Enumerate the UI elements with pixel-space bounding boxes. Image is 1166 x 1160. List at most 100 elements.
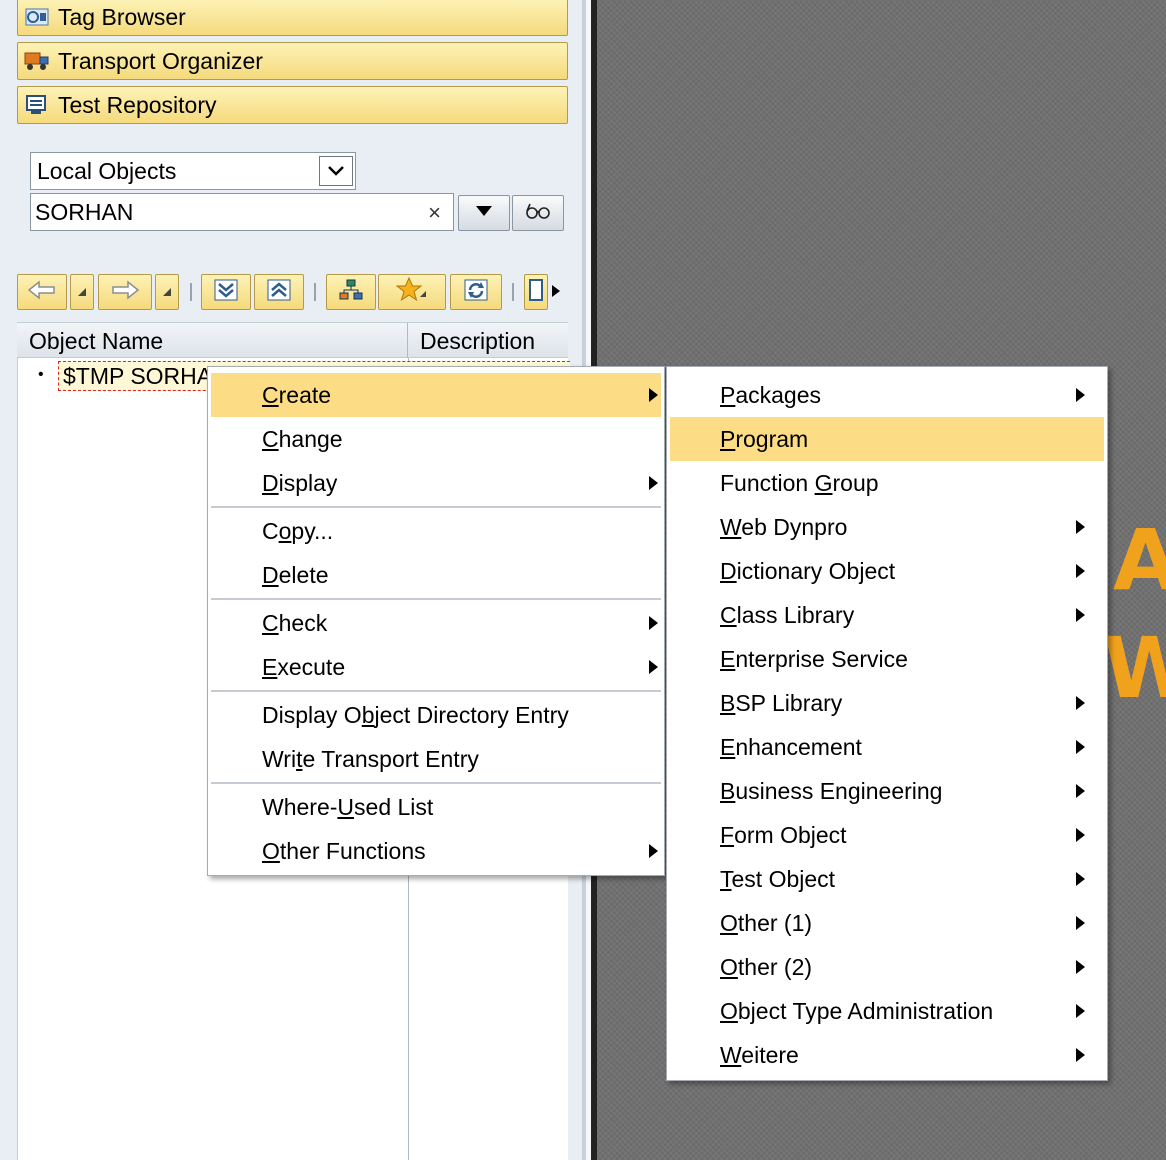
- triangle-down-icon: [475, 204, 493, 222]
- menu-separator: [211, 782, 661, 784]
- submenu-arrow-icon: [1076, 696, 1085, 710]
- column-separator[interactable]: [407, 323, 408, 359]
- object-type-value: Local Objects: [37, 157, 177, 184]
- submenu-item-business-engineering[interactable]: Business Engineering: [670, 769, 1104, 813]
- menu-item-create[interactable]: Create: [211, 373, 661, 417]
- submenu-item-form-object[interactable]: Form Object: [670, 813, 1104, 857]
- hierarchy-button[interactable]: [326, 274, 376, 310]
- submenu-arrow-icon: [1076, 916, 1085, 930]
- dropdown-corner-icon: [163, 283, 171, 301]
- menu-item-copy[interactable]: Copy...: [211, 509, 661, 553]
- collapse-chevrons-icon: [266, 278, 292, 307]
- column-description[interactable]: Description: [420, 328, 535, 355]
- hierarchy-icon: [338, 278, 364, 307]
- clear-icon[interactable]: ×: [428, 200, 441, 226]
- submenu-item-function-group[interactable]: Function Group: [670, 461, 1104, 505]
- refresh-button[interactable]: [450, 274, 502, 310]
- tag-browser-icon: [24, 6, 50, 28]
- test-repository-button[interactable]: Test Repository: [17, 86, 568, 124]
- dropdown-corner-icon: [78, 283, 86, 301]
- toolbar-overflow-icon[interactable]: [552, 284, 560, 303]
- menu-item-display-object-directory-entry[interactable]: Display Object Directory Entry: [211, 693, 661, 737]
- display-button[interactable]: [512, 195, 564, 231]
- column-object-name[interactable]: Object Name: [29, 328, 163, 355]
- submenu-arrow-icon: [1076, 740, 1085, 754]
- submenu-arrow-icon: [1076, 388, 1085, 402]
- submenu-item-packages[interactable]: Packages: [670, 373, 1104, 417]
- tree-node-bullet: •: [38, 366, 44, 383]
- transport-truck-icon: [24, 50, 50, 72]
- toolbar-separator: [512, 283, 514, 301]
- submenu-arrow-icon: [1076, 1004, 1085, 1018]
- menu-item-change[interactable]: Change: [211, 417, 661, 461]
- refresh-icon: [463, 278, 489, 307]
- chevron-down-icon[interactable]: [319, 156, 353, 186]
- background-logo-letter: W: [1103, 619, 1166, 717]
- submenu-arrow-icon: [1076, 784, 1085, 798]
- submenu-item-bsp-library[interactable]: BSP Library: [670, 681, 1104, 725]
- collapse-all-button[interactable]: [254, 274, 304, 310]
- submenu-arrow-icon: [1076, 872, 1085, 886]
- menu-item-write-transport-entry[interactable]: Write Transport Entry: [211, 737, 661, 781]
- transport-organizer-button[interactable]: Transport Organizer: [17, 42, 568, 80]
- submenu-item-enhancement[interactable]: Enhancement: [670, 725, 1104, 769]
- arrow-left-icon: [27, 279, 57, 306]
- menu-item-delete[interactable]: Delete: [211, 553, 661, 597]
- submenu-item-class-library[interactable]: Class Library: [670, 593, 1104, 637]
- background-logo-letter: A: [1113, 511, 1166, 609]
- test-repository-label: Test Repository: [58, 91, 217, 118]
- submenu-arrow-icon: [649, 476, 658, 490]
- submenu-item-enterprise-service[interactable]: Enterprise Service: [670, 637, 1104, 681]
- object-name-value: SORHAN: [35, 198, 134, 225]
- back-dropdown-button[interactable]: [70, 274, 94, 310]
- star-icon: [395, 276, 428, 308]
- menu-separator: [211, 598, 661, 600]
- submenu-arrow-icon: [649, 844, 658, 858]
- submenu-arrow-icon: [1076, 828, 1085, 842]
- submenu-item-program[interactable]: Program: [670, 417, 1104, 461]
- submenu-item-web-dynpro[interactable]: Web Dynpro: [670, 505, 1104, 549]
- test-repository-icon: [24, 94, 50, 116]
- tag-browser-label: Tag Browser: [58, 3, 186, 30]
- submenu-item-object-type-administration[interactable]: Object Type Administration: [670, 989, 1104, 1033]
- more-tools-button[interactable]: [524, 274, 548, 310]
- tag-browser-button[interactable]: Tag Browser: [17, 0, 568, 36]
- submenu-arrow-icon: [649, 660, 658, 674]
- menu-item-where-used-list[interactable]: Where-Used List: [211, 785, 661, 829]
- submenu-arrow-icon: [1076, 520, 1085, 534]
- submenu-item-test-object[interactable]: Test Object: [670, 857, 1104, 901]
- expand-chevrons-icon: [213, 278, 239, 307]
- tree-header: Object Name Description: [17, 322, 568, 359]
- toolbar-separator: [190, 283, 192, 301]
- submenu-arrow-icon: [649, 388, 658, 402]
- menu-item-other-functions[interactable]: Other Functions: [211, 829, 661, 873]
- menu-separator: [211, 690, 661, 692]
- expand-all-button[interactable]: [201, 274, 251, 310]
- object-type-select[interactable]: Local Objects: [30, 152, 356, 190]
- submenu-arrow-icon: [1076, 960, 1085, 974]
- context-menu: Create Change Display Copy... Delete Che…: [207, 366, 665, 876]
- menu-item-check[interactable]: Check: [211, 601, 661, 645]
- submenu-item-other-2[interactable]: Other (2): [670, 945, 1104, 989]
- forward-button[interactable]: [98, 274, 152, 310]
- submenu-item-dictionary-object[interactable]: Dictionary Object: [670, 549, 1104, 593]
- toolbar-separator: [314, 283, 316, 301]
- object-name-input[interactable]: SORHAN ×: [30, 193, 454, 231]
- transport-organizer-label: Transport Organizer: [58, 47, 263, 74]
- arrow-right-icon: [110, 279, 140, 306]
- submenu-item-other-1[interactable]: Other (1): [670, 901, 1104, 945]
- menu-separator: [211, 506, 661, 508]
- forward-dropdown-button[interactable]: [155, 274, 179, 310]
- back-button[interactable]: [17, 274, 67, 310]
- document-icon: [529, 278, 543, 306]
- create-submenu: Packages Program Function Group Web Dynp…: [666, 366, 1108, 1081]
- favorites-button[interactable]: [378, 274, 446, 310]
- input-history-button[interactable]: [458, 195, 510, 231]
- submenu-item-weitere[interactable]: Weitere: [670, 1033, 1104, 1077]
- submenu-arrow-icon: [1076, 608, 1085, 622]
- glasses-icon: [524, 201, 552, 226]
- menu-item-execute[interactable]: Execute: [211, 645, 661, 689]
- submenu-arrow-icon: [649, 616, 658, 630]
- submenu-arrow-icon: [1076, 1048, 1085, 1062]
- menu-item-display[interactable]: Display: [211, 461, 661, 505]
